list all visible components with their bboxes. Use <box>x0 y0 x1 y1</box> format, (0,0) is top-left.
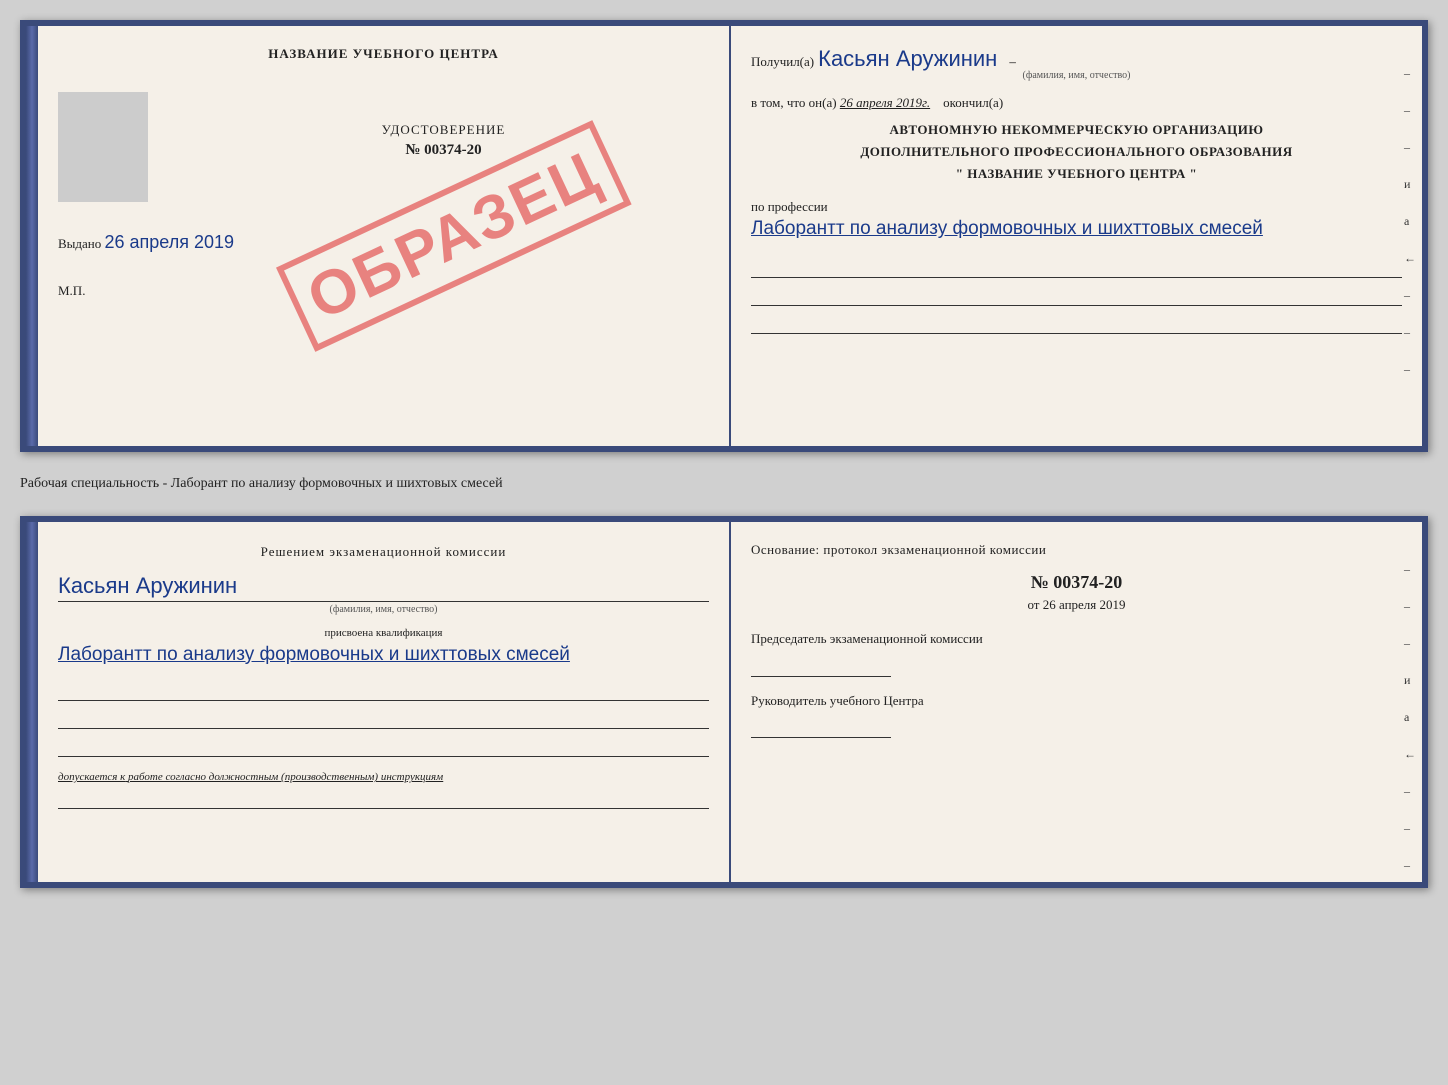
org-line3: " НАЗВАНИЕ УЧЕБНОГО ЦЕНТРА " <box>751 163 1402 185</box>
sec-name-block: Касьян Аружинин (фамилия, имя, отчество) <box>58 573 709 615</box>
sec-dopusk-label: допускается к <box>58 771 125 783</box>
right-line-1 <box>751 260 1402 278</box>
bottom-certificate-book: Решением экзаменационной комиссии Касьян… <box>20 516 1428 888</box>
sec-date-prefix: от <box>1027 597 1039 612</box>
finished-label: окончил(а) <box>943 95 1003 110</box>
book-spine-top <box>26 26 38 446</box>
sec-right-side-marks: – – – и а ← – – – <box>1404 562 1416 873</box>
right-line-2 <box>751 288 1402 306</box>
cert-number: № 00374-20 <box>178 142 709 159</box>
sec-right-date-block: от 26 апреля 2019 <box>751 597 1402 613</box>
sec-chairman-label: Председатель экзаменационной комиссии <box>751 631 983 646</box>
sec-qual-label: присвоена квалификация <box>58 627 709 639</box>
sec-director-block: Руководитель учебного Центра <box>751 691 1402 739</box>
book-spine-bottom <box>26 522 38 882</box>
sec-dopusk-value: работе согласно должностным (производств… <box>128 771 443 783</box>
sec-line-1 <box>58 683 709 701</box>
sec-lines <box>58 683 709 757</box>
issued-date: 26 апреля 2019 <box>105 232 235 252</box>
page-wrapper: НАЗВАНИЕ УЧЕБНОГО ЦЕНТРА УДОСТОВЕРЕНИЕ №… <box>20 20 1428 888</box>
received-sub: (фамилия, имя, отчество) <box>751 70 1402 81</box>
middle-text: Рабочая специальность - Лаборант по анал… <box>20 468 1428 500</box>
received-label: Получил(а) <box>751 54 814 69</box>
sec-line-2 <box>58 711 709 729</box>
profession-block: по профессии Лаборантт по анализу формов… <box>751 199 1402 244</box>
prof-label: по профессии <box>751 199 828 214</box>
cert-title: НАЗВАНИЕ УЧЕБНОГО ЦЕНТРА <box>58 46 709 62</box>
bottom-book-right-page: Основание: протокол экзаменационной коми… <box>731 522 1422 882</box>
sec-line-bottom <box>58 791 709 809</box>
sec-chairman-block: Председатель экзаменационной комиссии <box>751 629 1402 677</box>
top-book-left-page: НАЗВАНИЕ УЧЕБНОГО ЦЕНТРА УДОСТОВЕРЕНИЕ №… <box>38 26 731 446</box>
org-line2: ДОПОЛНИТЕЛЬНОГО ПРОФЕССИОНАЛЬНОГО ОБРАЗО… <box>751 141 1402 163</box>
right-lines <box>751 260 1402 334</box>
issued-label: Выдано <box>58 236 101 251</box>
sec-name: Касьян Аружинин <box>58 573 709 602</box>
top-book-right-page: Получил(а) Касьян Аружинин – (фамилия, и… <box>731 26 1422 446</box>
sec-chairman-sigline <box>751 657 891 677</box>
bottom-book-left-page: Решением экзаменационной комиссии Касьян… <box>38 522 731 882</box>
date-label: в том, что он(а) <box>751 95 837 110</box>
org-line1: АВТОНОМНУЮ НЕКОММЕРЧЕСКУЮ ОРГАНИЗАЦИЮ <box>751 119 1402 141</box>
received-block: Получил(а) Касьян Аружинин – (фамилия, и… <box>751 46 1402 81</box>
sec-name-sub: (фамилия, имя, отчество) <box>58 604 709 615</box>
top-certificate-book: НАЗВАНИЕ УЧЕБНОГО ЦЕНТРА УДОСТОВЕРЕНИЕ №… <box>20 20 1428 452</box>
date-line: в том, что он(а) 26 апреля 2019г. окончи… <box>751 95 1402 111</box>
sec-director-sigline <box>751 718 891 738</box>
sec-director-label: Руководитель учебного Центра <box>751 693 924 708</box>
cert-mp: М.П. <box>58 283 709 299</box>
received-name: Касьян Аружинин <box>818 46 997 71</box>
right-line-3 <box>751 316 1402 334</box>
cert-photo <box>58 92 148 202</box>
org-block: АВТОНОМНУЮ НЕКОММЕРЧЕСКУЮ ОРГАНИЗАЦИЮ ДО… <box>751 119 1402 185</box>
cert-udost-label: УДОСТОВЕРЕНИЕ <box>178 122 709 138</box>
prof-value: Лаборантт по анализу формовочных и шихтт… <box>751 215 1402 244</box>
sec-line-3 <box>58 739 709 757</box>
right-side-marks: – – – и а ← – – – <box>1404 66 1416 377</box>
sec-dopusk-block: допускается к работе согласно должностны… <box>58 771 709 783</box>
sec-heading: Решением экзаменационной комиссии <box>58 542 709 563</box>
date-value: 26 апреля 2019г. <box>840 95 930 110</box>
sec-date-value: 26 апреля 2019 <box>1043 597 1126 612</box>
sec-right-heading: Основание: протокол экзаменационной коми… <box>751 542 1402 558</box>
sec-right-number: № 00374-20 <box>751 572 1402 593</box>
sec-qual-value: Лаборантт по анализу формовочных и шихтт… <box>58 641 709 670</box>
cert-issued: Выдано 26 апреля 2019 <box>58 232 709 253</box>
